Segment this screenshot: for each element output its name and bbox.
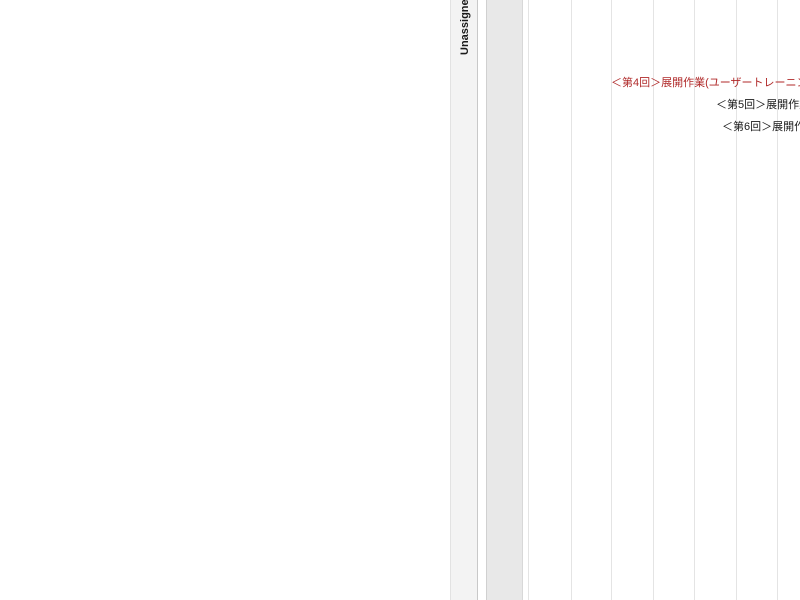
timeline-grid[interactable]	[523, 0, 800, 600]
grid-line	[571, 0, 572, 600]
grid-line	[736, 0, 737, 600]
event-item[interactable]: ＜第5回＞展開作業	[716, 98, 800, 112]
blank-panel	[0, 0, 450, 600]
nonworking-day-column	[487, 0, 523, 600]
grid-line	[777, 0, 778, 600]
resource-group-header[interactable]	[450, 0, 478, 600]
grid-line	[528, 0, 529, 600]
scheduler-view: Unassigned ＜第4回＞展開作業(ユーザートレーニング ＜第5回＞展開作…	[0, 0, 800, 600]
event-item[interactable]: ＜第6回＞展開作業	[722, 120, 800, 134]
grid-line	[694, 0, 695, 600]
event-item[interactable]: ＜第4回＞展開作業(ユーザートレーニング	[611, 76, 800, 90]
resource-group-label: Unassigned	[459, 0, 471, 55]
grid-line	[611, 0, 612, 600]
grid-line	[653, 0, 654, 600]
